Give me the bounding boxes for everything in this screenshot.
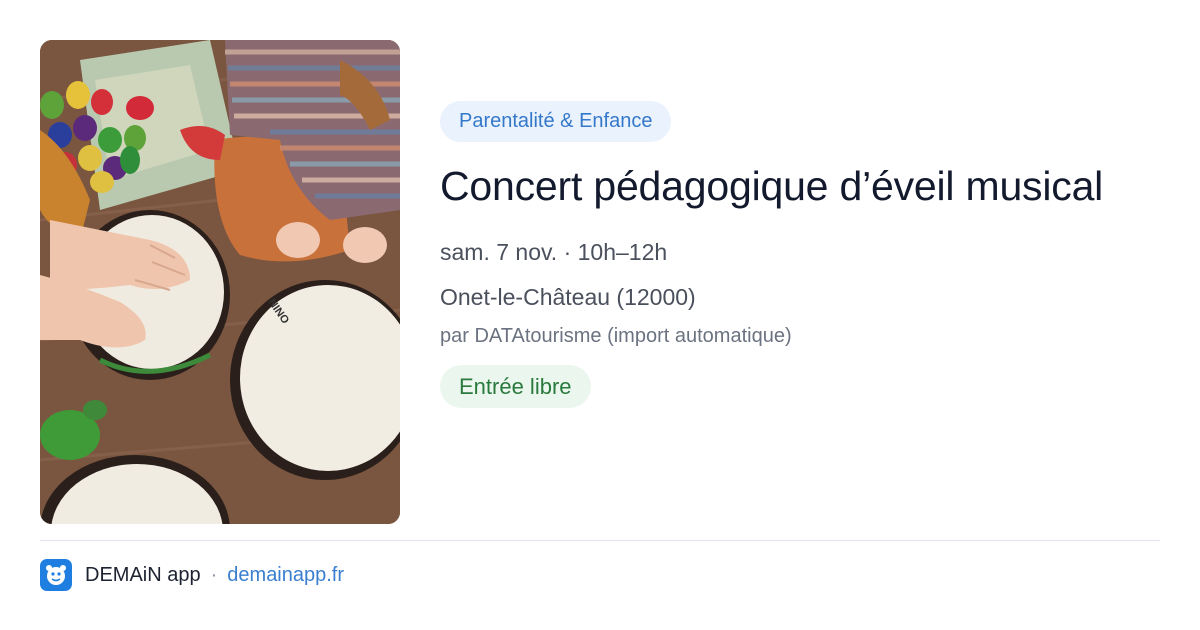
category-badge[interactable]: Parentalité & Enfance bbox=[440, 101, 672, 142]
event-datetime: sam. 7 nov. · 10h–12h bbox=[440, 239, 668, 265]
event-source: par DATAtourisme (import automatique) bbox=[440, 325, 792, 347]
event-photo: NINO bbox=[40, 40, 400, 524]
footer-separator: · bbox=[210, 563, 218, 586]
footer: DEMAiN app · demainapp.fr bbox=[40, 558, 344, 592]
footer-divider bbox=[40, 540, 1160, 541]
event-title: Concert pédagogique d’éveil musical bbox=[440, 163, 1104, 209]
price-badge: Entrée libre bbox=[440, 365, 591, 408]
domain-link[interactable]: demainapp.fr bbox=[227, 564, 344, 587]
event-info: Parentalité & Enfance Concert pédagogiqu… bbox=[440, 101, 1140, 408]
demain-logo-icon bbox=[40, 559, 72, 591]
app-name: DEMAiN app bbox=[85, 563, 201, 586]
event-photo-illustration: NINO bbox=[40, 40, 400, 524]
event-location: Onet-le-Château (12000) bbox=[440, 284, 696, 310]
